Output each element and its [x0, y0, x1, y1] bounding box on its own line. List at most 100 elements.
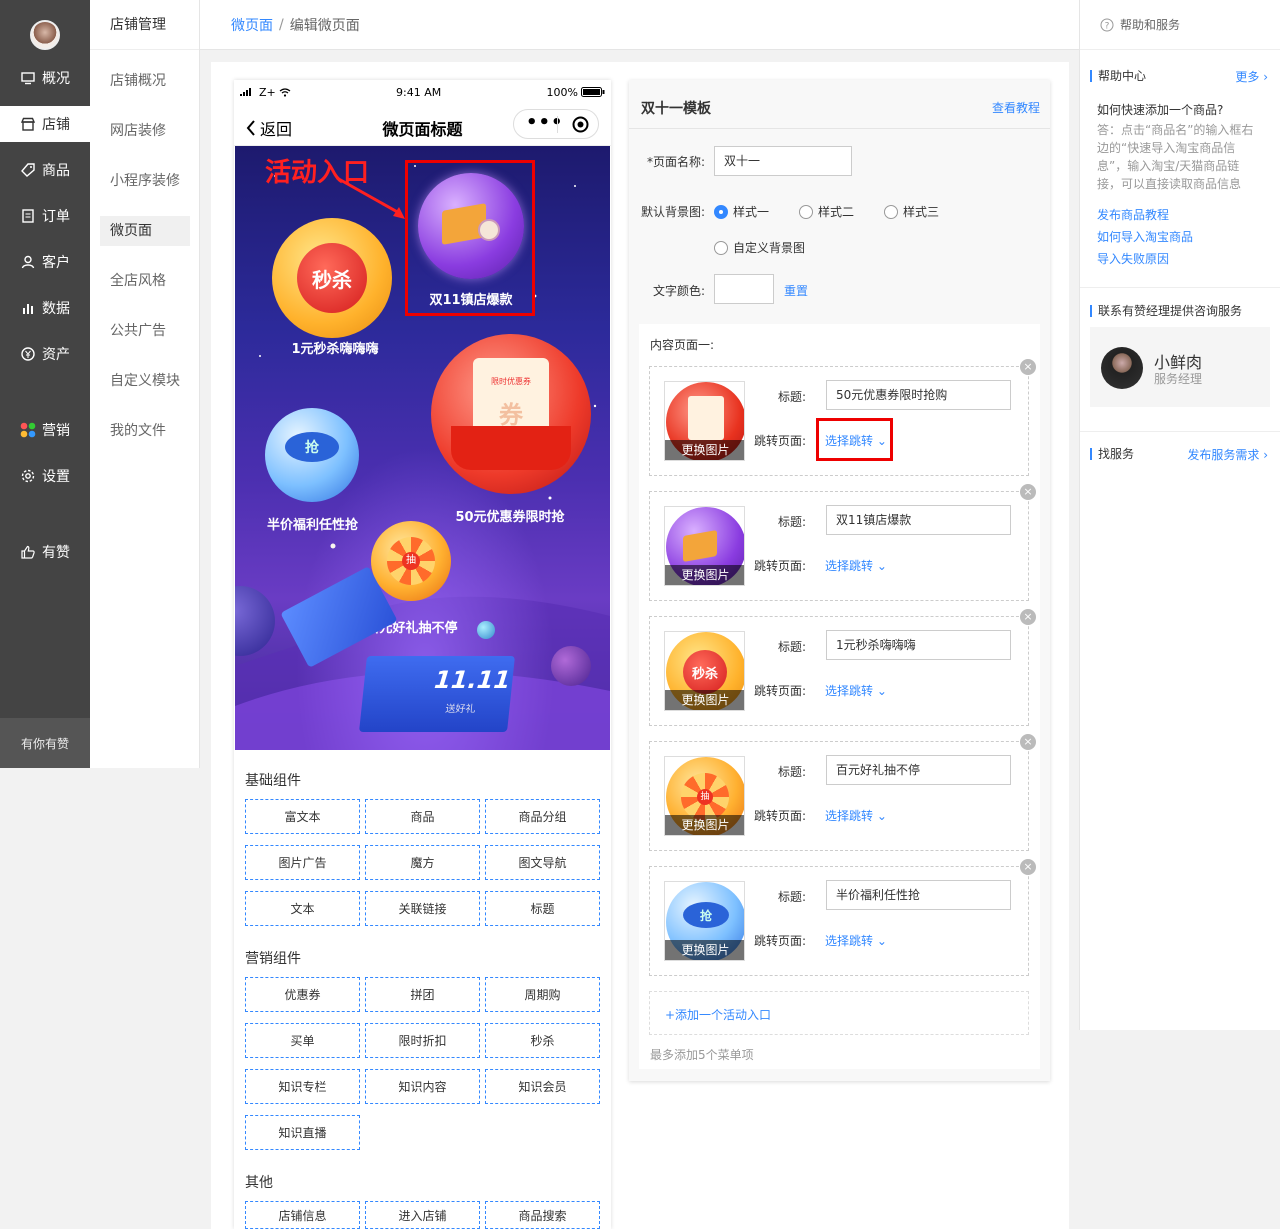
component-button[interactable]: 标题 [485, 891, 600, 926]
close-icon[interactable]: × [1020, 484, 1036, 500]
bg-radio-style3[interactable]: 样式三 [884, 203, 939, 220]
nav-item-goods[interactable]: 商品 [0, 152, 90, 188]
ball-half-price[interactable]: 抢 [265, 408, 359, 502]
help-link[interactable]: 发布商品教程 [1097, 206, 1169, 223]
user-icon [20, 254, 36, 270]
component-button[interactable]: 知识专栏 [245, 1069, 360, 1104]
page-name-input[interactable]: 双十一 [714, 146, 852, 176]
component-button[interactable]: 商品搜索 [485, 1201, 600, 1229]
store-icon [20, 116, 36, 132]
other-components-title: 其他 [245, 1175, 273, 1191]
sub-nav-item[interactable]: 我的文件 [100, 416, 190, 446]
nav-item-store[interactable]: 店铺 [0, 106, 90, 142]
entry-thumbnail[interactable]: 更换图片 [664, 381, 745, 461]
close-target-icon[interactable] [572, 116, 589, 133]
select-jump-dropdown[interactable]: 选择跳转 ⌄ [825, 682, 887, 699]
component-button[interactable]: 知识直播 [245, 1115, 360, 1150]
help-link[interactable]: 导入失败原因 [1097, 250, 1169, 267]
sub-nav-item[interactable]: 店铺概况 [100, 66, 190, 96]
component-button[interactable]: 魔方 [365, 845, 480, 880]
component-button[interactable]: 图片广告 [245, 845, 360, 880]
title-input[interactable]: 半价福利任性抢 [826, 880, 1011, 910]
entry-thumbnail[interactable]: 抢 更换图片 [664, 881, 745, 961]
post-service-link[interactable]: 发布服务需求 › [1187, 446, 1268, 463]
carrier: Z+ [259, 85, 276, 99]
nav-item-overview[interactable]: 概况 [0, 60, 90, 96]
reset-link[interactable]: 重置 [784, 282, 808, 299]
select-jump-dropdown[interactable]: 选择跳转 ⌄ [825, 557, 887, 574]
component-button[interactable]: 限时折扣 [365, 1023, 480, 1058]
change-image-button[interactable]: 更换图片 [665, 690, 744, 710]
close-icon[interactable]: × [1020, 359, 1036, 375]
sub-nav-item[interactable]: 自定义模块 [100, 366, 190, 396]
change-image-button[interactable]: 更换图片 [665, 565, 744, 585]
title-input[interactable]: 1元秒杀嗨嗨嗨 [826, 630, 1011, 660]
bg-radio-style2[interactable]: 样式二 [799, 203, 854, 220]
chevron-down-icon: ⌄ [876, 809, 887, 823]
sub-nav-item-active[interactable]: 微页面 [100, 216, 190, 246]
sub-nav-item[interactable]: 网店装修 [100, 116, 190, 146]
find-service-title: 找服务 [1090, 448, 1134, 460]
svg-text:?: ? [1105, 21, 1110, 31]
nav-footer[interactable]: 有你有赞 [0, 718, 90, 768]
component-button[interactable]: 秒杀 [485, 1023, 600, 1058]
ball-coupon[interactable]: 限时优惠券 券 [431, 334, 591, 494]
component-button[interactable]: 进入店铺 [365, 1201, 480, 1229]
change-image-button[interactable]: 更换图片 [665, 815, 744, 835]
post-service-label: 发布服务需求 [1187, 448, 1260, 462]
close-icon[interactable]: × [1020, 859, 1036, 875]
breadcrumb-link[interactable]: 微页面 [231, 15, 273, 35]
component-button[interactable]: 买单 [245, 1023, 360, 1058]
title-input[interactable]: 50元优惠券限时抢购 [826, 380, 1011, 410]
user-avatar[interactable] [30, 20, 60, 50]
entry-thumbnail[interactable]: 更换图片 [664, 506, 745, 586]
nav-item-youzan[interactable]: 有赞 [0, 534, 90, 570]
component-button[interactable]: 店铺信息 [245, 1201, 360, 1229]
nav-item-data[interactable]: 数据 [0, 290, 90, 326]
add-entry-button[interactable]: +添加一个活动入口 [649, 991, 1029, 1035]
tutorial-link[interactable]: 查看教程 [992, 99, 1040, 116]
manager-card[interactable]: 小鲜肉 服务经理 [1090, 327, 1270, 407]
entry-thumbnail[interactable]: 抽 更换图片 [664, 756, 745, 836]
change-image-button[interactable]: 更换图片 [665, 440, 744, 460]
component-button[interactable]: 文本 [245, 891, 360, 926]
component-button[interactable]: 商品分组 [485, 799, 600, 834]
component-button[interactable]: 图文导航 [485, 845, 600, 880]
select-jump-dropdown[interactable]: 选择跳转 ⌄ [825, 807, 887, 824]
bg-radio-custom[interactable]: 自定义背景图 [714, 239, 805, 256]
change-image-button[interactable]: 更换图片 [665, 940, 744, 960]
component-button[interactable]: 周期购 [485, 977, 600, 1012]
nav-item-settings[interactable]: 设置 [0, 458, 90, 494]
sub-nav-item[interactable]: 全店风格 [100, 266, 190, 296]
help-more-link[interactable]: 更多 › [1235, 68, 1268, 85]
component-button[interactable]: 知识会员 [485, 1069, 600, 1104]
ball-lottery[interactable]: 抽 [371, 521, 451, 601]
entry-thumbnail[interactable]: 秒杀 更换图片 [664, 631, 745, 711]
help-link[interactable]: 如何导入淘宝商品 [1097, 228, 1193, 245]
nav-item-orders[interactable]: 订单 [0, 198, 90, 234]
coupon-tag: 限时优惠券 [491, 377, 531, 386]
close-icon[interactable]: × [1020, 609, 1036, 625]
component-button[interactable]: 关联链接 [365, 891, 480, 926]
title-input[interactable]: 双11镇店爆款 [826, 505, 1011, 535]
marketing-components-title: 营销组件 [245, 951, 301, 967]
sub-nav-item[interactable]: 小程序装修 [100, 166, 190, 196]
ball-flash-sale[interactable]: 秒杀 [272, 218, 392, 338]
nav-label: 概况 [42, 71, 70, 87]
bg-radio-style1[interactable]: 样式一 [714, 203, 769, 220]
help-header[interactable]: ? 帮助和服务 [1080, 0, 1280, 50]
component-button[interactable]: 优惠券 [245, 977, 360, 1012]
component-button[interactable]: 拼团 [365, 977, 480, 1012]
nav-label: 有赞 [42, 545, 70, 561]
text-color-picker[interactable] [714, 274, 774, 304]
nav-item-marketing[interactable]: 营销 [0, 412, 90, 448]
component-button[interactable]: 富文本 [245, 799, 360, 834]
nav-item-customers[interactable]: 客户 [0, 244, 90, 280]
close-icon[interactable]: × [1020, 734, 1036, 750]
sub-nav-item[interactable]: 公共广告 [100, 316, 190, 346]
component-button[interactable]: 商品 [365, 799, 480, 834]
select-jump-dropdown[interactable]: 选择跳转 ⌄ [825, 932, 887, 949]
component-button[interactable]: 知识内容 [365, 1069, 480, 1104]
nav-item-assets[interactable]: 资产 [0, 336, 90, 372]
title-input[interactable]: 百元好礼抽不停 [826, 755, 1011, 785]
